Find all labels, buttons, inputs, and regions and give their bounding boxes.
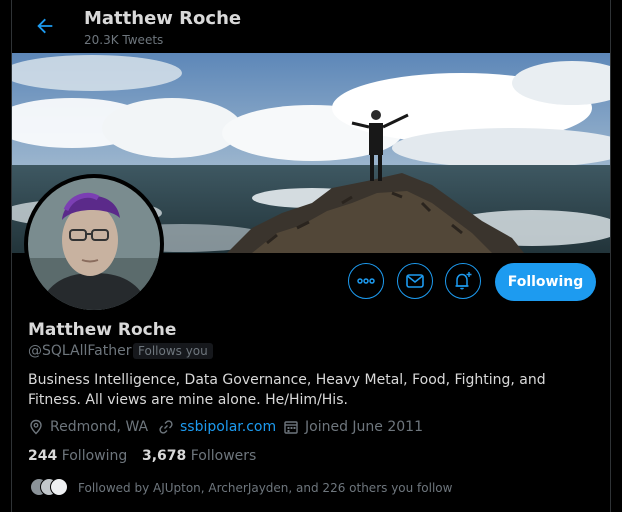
followers-count-link[interactable]: 3,678 Followers <box>142 448 256 464</box>
following-label: Following <box>61 448 128 464</box>
profile-bio: Business Intelligence, Data Governance, … <box>28 372 546 408</box>
following-count: 244 <box>28 448 58 464</box>
followers-count: 3,678 <box>142 448 187 464</box>
avatar[interactable] <box>24 174 164 314</box>
more-button[interactable] <box>348 263 384 299</box>
notifications-button[interactable] <box>445 263 481 299</box>
message-button[interactable] <box>397 263 433 299</box>
location-meta: Redmond, WA <box>28 419 148 435</box>
joined-text: Joined June 2011 <box>305 419 423 435</box>
back-arrow-icon[interactable] <box>34 15 56 37</box>
profile-name: Matthew Roche <box>28 320 177 340</box>
follows-you-badge: Follows you <box>133 343 213 359</box>
profile-handle: @SQLAllFather <box>28 343 132 359</box>
more-icon <box>357 278 375 284</box>
header-tweet-count: 20.3K Tweets <box>84 33 164 47</box>
following-button[interactable]: Following <box>495 263 596 301</box>
envelope-icon <box>406 274 424 288</box>
following-count-link[interactable]: 244 Following <box>28 448 127 464</box>
header-title: Matthew Roche <box>84 8 242 29</box>
link-icon <box>159 420 173 434</box>
followed-by-text[interactable]: Followed by AJUpton, ArcherJayden, and 2… <box>78 481 452 495</box>
website-meta: ssbipolar.com <box>158 419 276 435</box>
location-pin-icon <box>30 419 42 435</box>
follower-avatar[interactable] <box>50 478 68 496</box>
location-text: Redmond, WA <box>50 419 149 435</box>
joined-meta: Joined June 2011 <box>283 419 423 435</box>
calendar-icon <box>284 421 298 434</box>
website-link[interactable]: ssbipolar.com <box>180 419 276 435</box>
bell-plus-icon <box>455 272 472 290</box>
followers-label: Followers <box>190 448 257 464</box>
profile-header-bar: Matthew Roche 20.3K Tweets <box>12 0 610 53</box>
